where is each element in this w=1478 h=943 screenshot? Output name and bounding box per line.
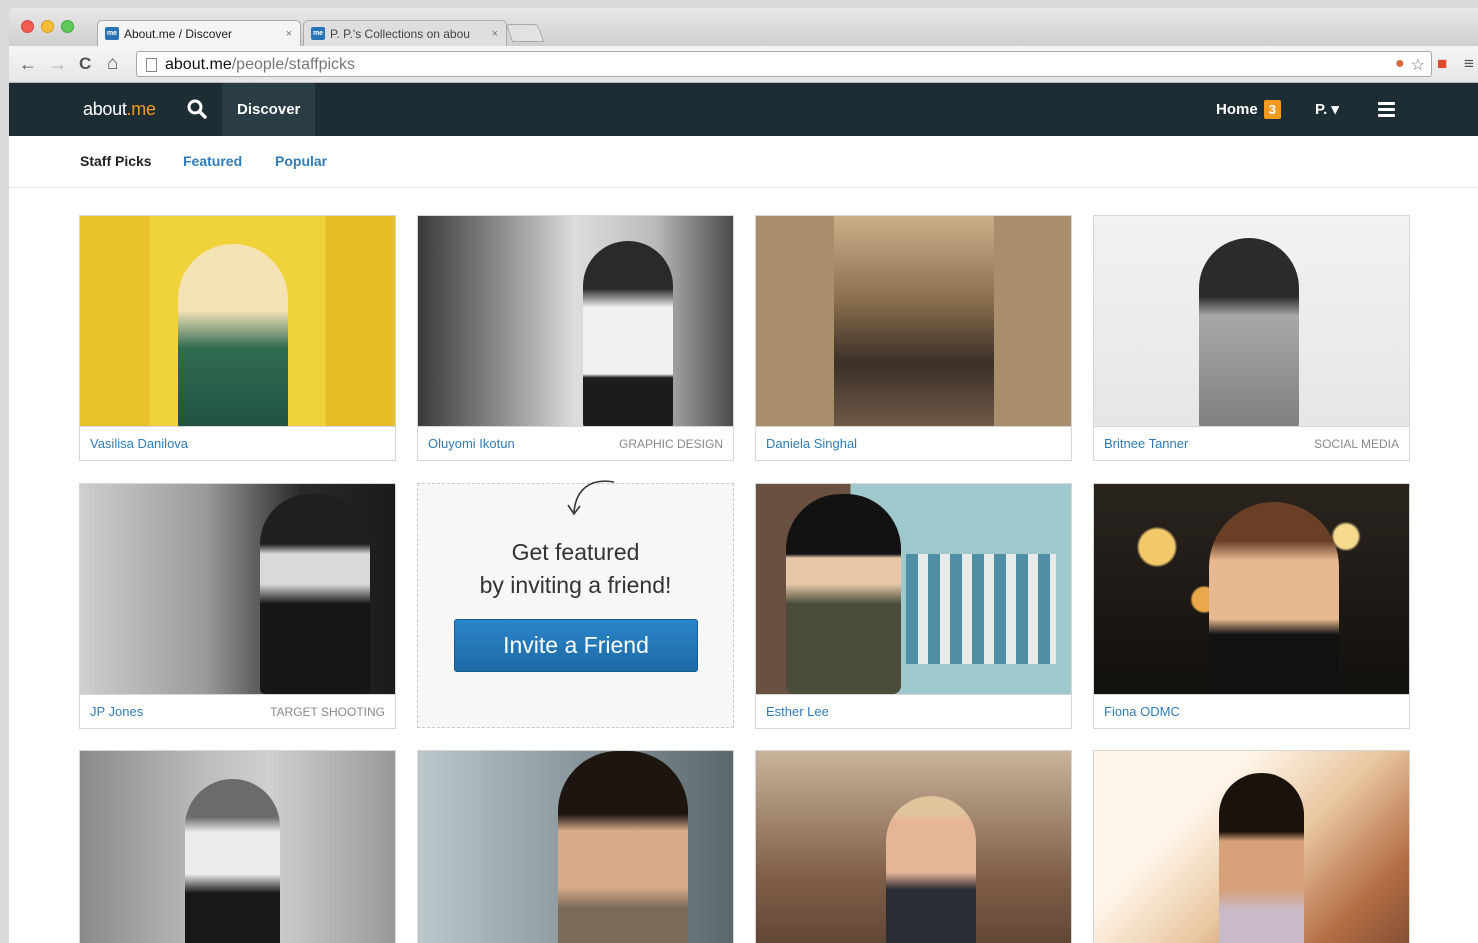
reload-icon[interactable]: C bbox=[79, 54, 91, 74]
tab-title: About.me / Discover bbox=[124, 26, 233, 41]
subnav-featured[interactable]: Featured bbox=[183, 153, 242, 169]
logo-suffix: .me bbox=[126, 99, 156, 119]
invite-line-2: by inviting a friend! bbox=[479, 572, 672, 598]
minimize-window-button[interactable] bbox=[41, 20, 54, 33]
invite-message: Get featured by inviting a friend! bbox=[418, 536, 733, 602]
site-navigation-bar: about.me Discover Home 3 P. ▾ bbox=[9, 83, 1478, 136]
logo-prefix: about bbox=[83, 99, 127, 119]
profile-caption: Fiona ODMC bbox=[1094, 694, 1409, 728]
subnav-staff-picks[interactable]: Staff Picks bbox=[80, 153, 152, 169]
url-path: /people/staffpicks bbox=[231, 56, 356, 73]
invite-line-1: Get featured bbox=[511, 539, 640, 565]
forward-arrow-icon[interactable]: → bbox=[49, 54, 67, 74]
nav-home-label: Home bbox=[1216, 101, 1258, 118]
tab-close-icon[interactable]: × bbox=[492, 28, 498, 40]
profile-card[interactable]: Fiona ODMC bbox=[1093, 483, 1410, 729]
tab-title: P. P.'s Collections on abou bbox=[330, 26, 470, 41]
profile-card[interactable]: Oluyomi Ikotun GRAPHIC DESIGN bbox=[417, 215, 734, 461]
back-arrow-icon[interactable]: ← bbox=[19, 54, 37, 74]
hamburger-menu-icon[interactable] bbox=[1378, 102, 1395, 120]
profile-photo[interactable] bbox=[756, 751, 1071, 943]
profile-card[interactable]: Daniela Singhal bbox=[755, 215, 1072, 461]
profile-photo[interactable] bbox=[80, 216, 395, 426]
url-text: about.me/people/staffpicks bbox=[165, 56, 355, 74]
browser-toolbar: ← → C ⌂ about.me/people/staffpicks ● ☆ ■… bbox=[9, 46, 1478, 83]
profile-photo[interactable] bbox=[80, 484, 395, 694]
profile-card[interactable]: JP Jones TARGET SHOOTING bbox=[79, 483, 396, 729]
subnav-popular[interactable]: Popular bbox=[275, 153, 327, 169]
profile-name[interactable]: JP Jones bbox=[90, 704, 143, 719]
profile-caption: Daniela Singhal bbox=[756, 426, 1071, 460]
address-bar[interactable]: about.me/people/staffpicks ● ☆ bbox=[136, 51, 1432, 77]
profile-tag[interactable]: SOCIAL MEDIA bbox=[1314, 437, 1399, 451]
user-menu[interactable]: P. ▾ bbox=[1315, 100, 1339, 118]
nav-discover[interactable]: Discover bbox=[222, 83, 316, 136]
page-icon bbox=[146, 58, 157, 72]
url-host: about.me bbox=[165, 56, 232, 73]
tab-about-me-discover[interactable]: me About.me / Discover × bbox=[97, 20, 301, 46]
profile-caption: Esther Lee bbox=[756, 694, 1071, 728]
profile-name[interactable]: Britnee Tanner bbox=[1104, 436, 1188, 451]
profile-caption: Oluyomi Ikotun GRAPHIC DESIGN bbox=[418, 426, 733, 460]
nav-home[interactable]: Home 3 bbox=[1216, 100, 1281, 119]
profile-card[interactable]: Vasilisa Danilova bbox=[79, 215, 396, 461]
profile-photo[interactable] bbox=[80, 751, 395, 943]
profile-caption: Vasilisa Danilova bbox=[80, 426, 395, 460]
browser-menu-icon[interactable]: ≡ bbox=[1464, 54, 1474, 74]
profile-tag[interactable]: GRAPHIC DESIGN bbox=[619, 437, 723, 451]
discover-subnav: Staff Picks Featured Popular bbox=[9, 136, 1478, 188]
close-window-button[interactable] bbox=[21, 20, 34, 33]
search-icon[interactable] bbox=[187, 99, 207, 119]
profile-tag[interactable]: TARGET SHOOTING bbox=[270, 705, 385, 719]
profile-caption: JP Jones TARGET SHOOTING bbox=[80, 694, 395, 728]
profile-name[interactable]: Daniela Singhal bbox=[766, 436, 857, 451]
profile-card[interactable]: Esther Lee bbox=[755, 483, 1072, 729]
extension-icon[interactable]: ■ bbox=[1437, 54, 1447, 74]
profile-name[interactable]: Fiona ODMC bbox=[1104, 704, 1180, 719]
profile-caption: Britnee Tanner SOCIAL MEDIA bbox=[1094, 426, 1409, 460]
browser-window: me About.me / Discover × me P. P.'s Coll… bbox=[9, 8, 1478, 943]
bookmark-star-icon[interactable]: ☆ bbox=[1411, 55, 1425, 75]
profile-photo[interactable] bbox=[756, 484, 1071, 694]
invite-friend-button[interactable]: Invite a Friend bbox=[454, 619, 698, 672]
new-tab-button[interactable] bbox=[505, 24, 545, 42]
profile-card[interactable] bbox=[1093, 750, 1410, 943]
zoom-window-button[interactable] bbox=[61, 20, 74, 33]
profile-card[interactable] bbox=[79, 750, 396, 943]
home-icon[interactable]: ⌂ bbox=[107, 54, 118, 74]
tab-collections[interactable]: me P. P.'s Collections on abou × bbox=[303, 20, 507, 46]
profile-card[interactable] bbox=[417, 750, 734, 943]
invite-friend-panel: Get featured by inviting a friend! Invit… bbox=[417, 480, 734, 728]
profile-card[interactable]: Britnee Tanner SOCIAL MEDIA bbox=[1093, 215, 1410, 461]
about-me-logo[interactable]: about.me bbox=[83, 99, 156, 120]
profile-photo[interactable] bbox=[1094, 751, 1409, 943]
profile-name[interactable]: Esther Lee bbox=[766, 704, 829, 719]
notification-badge: 3 bbox=[1263, 100, 1281, 119]
profile-photo[interactable] bbox=[418, 216, 733, 426]
profile-name[interactable]: Oluyomi Ikotun bbox=[428, 436, 515, 451]
profile-photo[interactable] bbox=[1094, 484, 1409, 694]
profile-photo[interactable] bbox=[418, 751, 733, 943]
tab-close-icon[interactable]: × bbox=[286, 28, 292, 40]
blocked-cookie-icon[interactable]: ● bbox=[1395, 55, 1405, 75]
tab-strip: me About.me / Discover × me P. P.'s Coll… bbox=[9, 8, 1478, 46]
omnibox-icons: ● ☆ bbox=[1395, 55, 1425, 75]
about-me-favicon-icon: me bbox=[311, 27, 325, 40]
profile-card[interactable] bbox=[755, 750, 1072, 943]
about-me-favicon-icon: me bbox=[105, 27, 119, 40]
profile-photo[interactable] bbox=[1094, 216, 1409, 426]
profile-name[interactable]: Vasilisa Danilova bbox=[90, 436, 188, 451]
profile-photo[interactable] bbox=[756, 216, 1071, 426]
curved-arrow-icon bbox=[567, 480, 615, 516]
